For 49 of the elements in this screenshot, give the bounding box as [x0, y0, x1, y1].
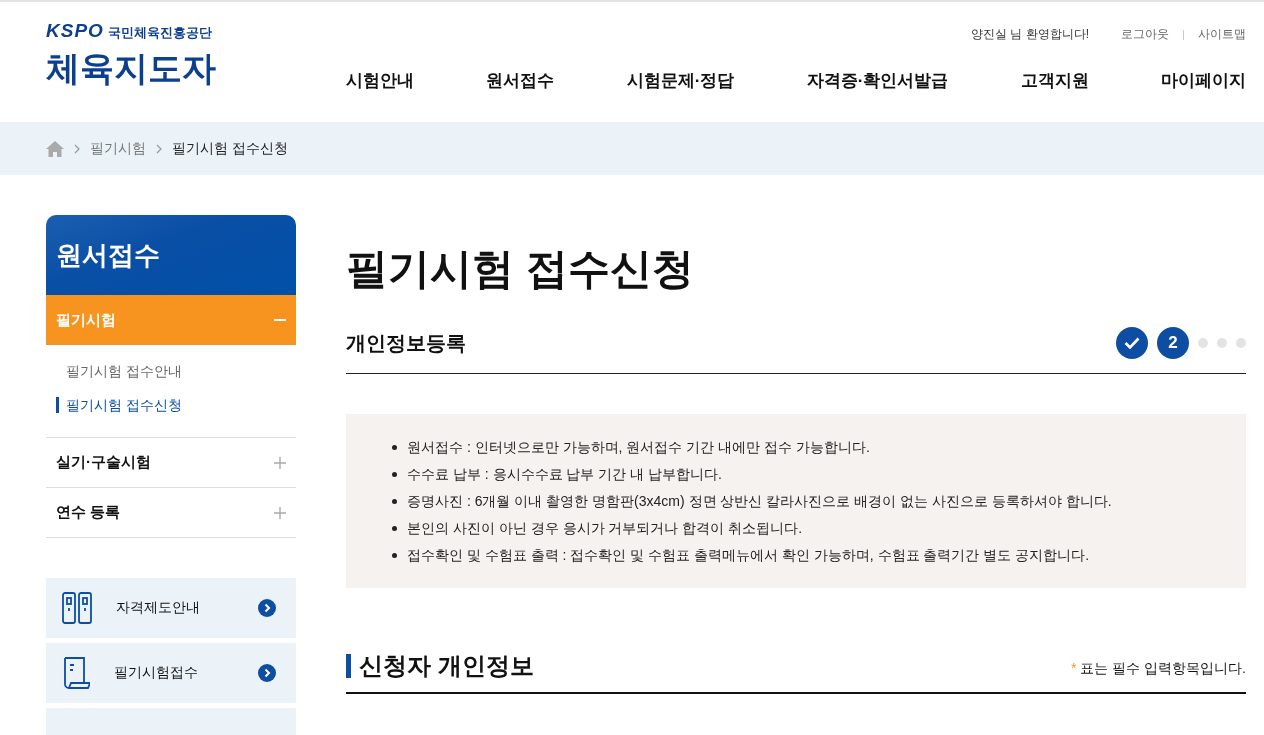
step-dot	[1198, 338, 1208, 348]
bullet-icon	[392, 552, 397, 558]
user-greeting: 양진실 님 환영합니다!	[971, 26, 1089, 43]
sidebar-item[interactable]: 연수 등록	[46, 488, 296, 538]
notice-item: 증명사진 : 6개월 이내 촬영한 명함판(3x4cm) 정면 상반신 칼라사진으로 배경이 없는 사진으로 등록하셔야 합니다.	[407, 492, 1112, 510]
nav-item[interactable]: 고객지원	[1020, 69, 1089, 92]
nav-item[interactable]: 원서접수	[486, 69, 555, 92]
plus-icon	[274, 506, 286, 519]
utility-link[interactable]: 로그아웃	[1121, 26, 1169, 43]
nav-item[interactable]: 시험안내	[346, 69, 414, 92]
bullet-icon	[392, 498, 397, 504]
notice-item: 수수료 납부 : 응시수수료 납부 기간 내 납부합니다.	[407, 465, 722, 483]
chevron-icon	[156, 143, 162, 154]
nav-item[interactable]: 자격증·확인서발급	[806, 69, 949, 92]
nav-item[interactable]: 마이페이지	[1161, 69, 1246, 92]
bullet-icon	[392, 444, 397, 450]
required-note: * 표는 필수 입력항목입니다.	[1070, 660, 1246, 678]
document-icon	[62, 657, 90, 689]
quick-link[interactable]: 자격제도안내	[46, 578, 296, 638]
breadcrumb-item[interactable]: 필기시험	[90, 139, 146, 158]
sidebar-item[interactable]: 실기·구술시험	[46, 438, 296, 488]
step-dot	[1217, 338, 1227, 348]
sidebar-subitem[interactable]: 필기시험 접수신청	[56, 397, 296, 413]
quick-link[interactable]: 필기시험접수	[46, 643, 296, 703]
section-title: 개인정보등록	[346, 330, 466, 356]
sidebar-title: 원서접수	[46, 215, 296, 295]
cards-icon	[62, 592, 92, 624]
nav-item[interactable]: 시험문제·정답	[626, 69, 735, 92]
site-title[interactable]: 체육지도자	[46, 46, 346, 92]
utility-link[interactable]: 사이트맵	[1198, 26, 1246, 43]
notice-item: 접수확인 및 수험표 출력 : 접수확인 및 수험표 출력메뉴에서 확인 가능하며, 수험표 출력기간 별도 공지합니다.	[407, 546, 1090, 564]
step-dot	[1236, 338, 1246, 348]
notice-item: 원서접수 : 인터넷으로만 가능하며, 원서접수 기간 내에만 접수 가능합니다.	[407, 438, 870, 456]
chevron-circle-icon	[258, 599, 276, 617]
notice-item: 본인의 사진이 아닌 경우 응시가 거부되거나 합격이 취소됩니다.	[407, 519, 803, 537]
step-number: 2	[1157, 327, 1189, 359]
step-done-icon	[1116, 327, 1148, 359]
breadcrumb-item[interactable]: 필기시험 접수신청	[172, 139, 288, 158]
sidebar-subitem[interactable]: 필기시험 접수안내	[46, 363, 296, 379]
chevron-icon	[74, 143, 80, 154]
page-title: 필기시험 접수신청	[346, 244, 695, 294]
home-icon[interactable]	[46, 140, 64, 157]
section-title: 신청자 개인정보	[346, 654, 534, 678]
plus-icon	[274, 456, 286, 469]
bullet-icon	[392, 525, 397, 531]
logo-mark[interactable]: KSPO	[46, 20, 104, 42]
org-name: 국민체육진흥공단	[107, 24, 212, 42]
bullet-icon	[392, 471, 397, 477]
chevron-circle-icon	[258, 664, 276, 682]
